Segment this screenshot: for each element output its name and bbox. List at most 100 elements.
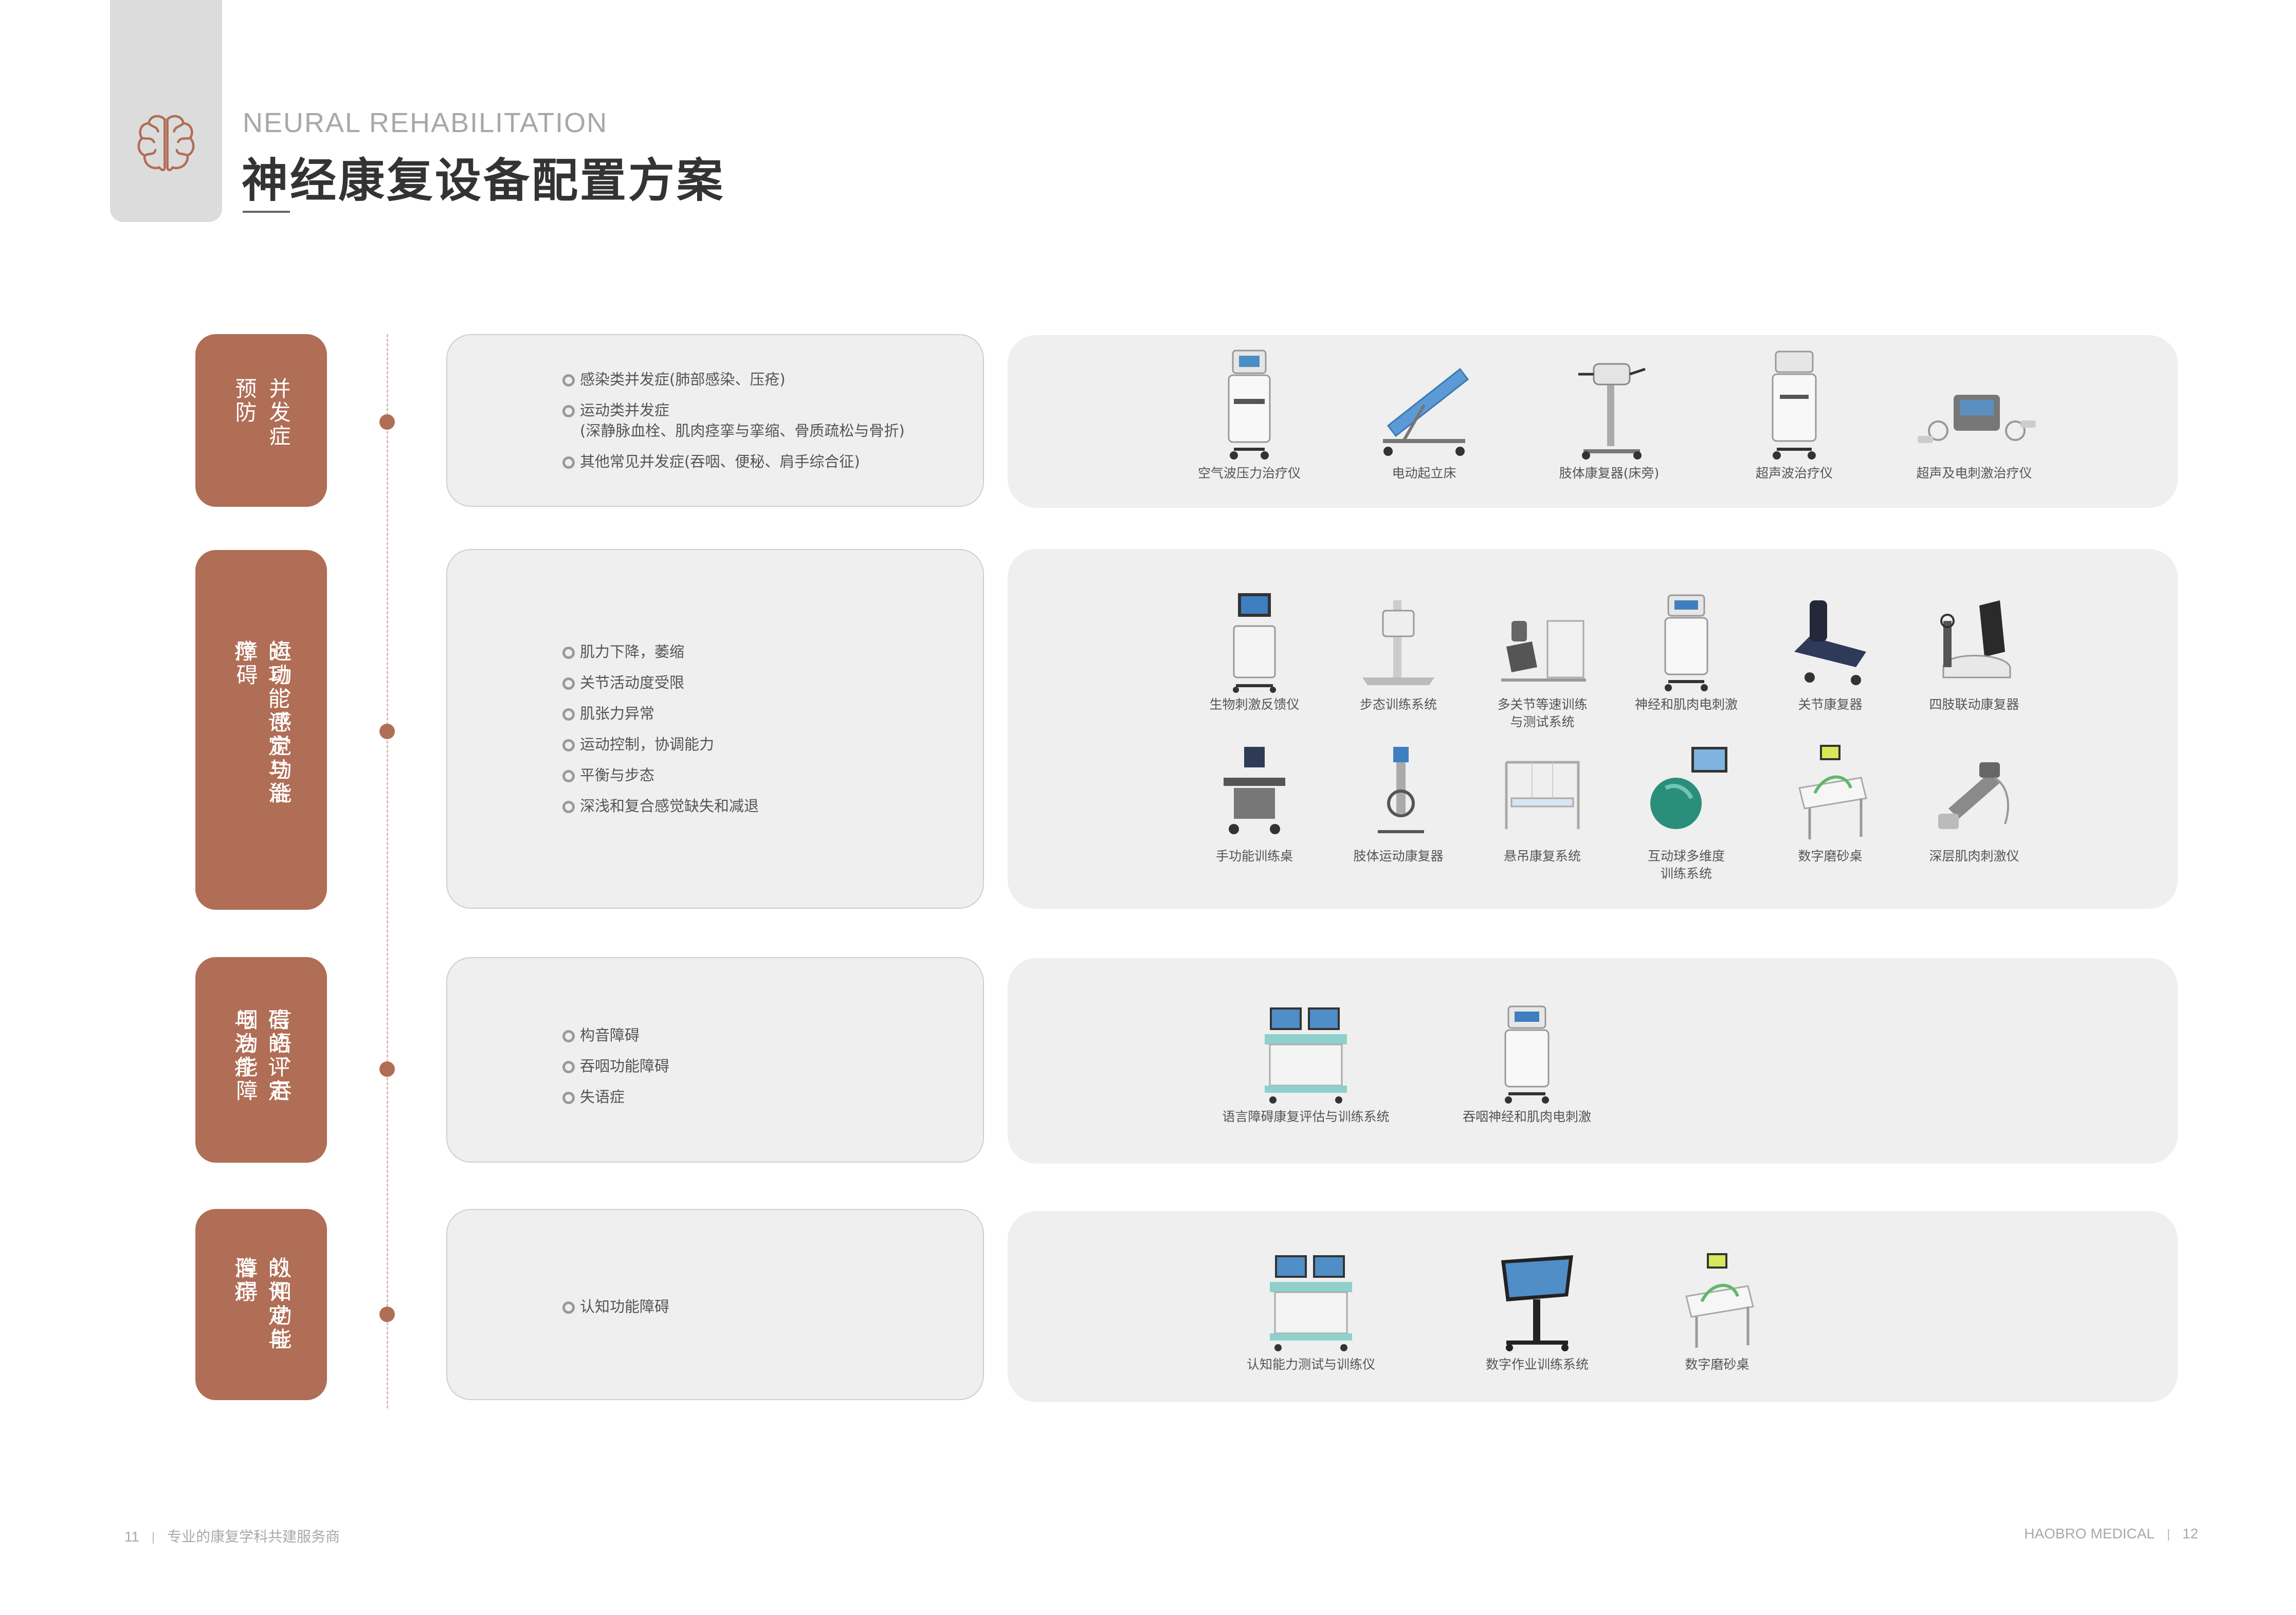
limb-linkage-icon bbox=[1940, 600, 2011, 678]
symptom-panel: 感染类并发症(肺部感染、压疮) 运动类并发症 (深静脉血栓、肌肉痉挛与挛缩、骨质… bbox=[446, 334, 984, 507]
equipment-panel: 语言障碍康复评估与训练系统 吞咽神经和肌肉电刺激 bbox=[1008, 958, 2178, 1164]
title-english: NEURAL REHABILITATION bbox=[243, 107, 608, 138]
product-label: 多关节等速训练 与测试系统 bbox=[1497, 697, 1588, 729]
title-underline bbox=[243, 211, 290, 213]
product-item: 神经和肌肉电刺激 bbox=[1609, 590, 1763, 713]
symptom-item: 吞咽功能障碍 bbox=[561, 1056, 669, 1076]
product-item: 多关节等速训练 与测试系统 bbox=[1465, 590, 1619, 731]
electro-therapy-icon bbox=[1918, 395, 2036, 443]
bedside-trainer-icon bbox=[1578, 363, 1646, 460]
product-item: 空气波压力治疗仪 bbox=[1172, 348, 1326, 482]
product-item: 超声波治疗仪 bbox=[1717, 348, 1871, 482]
digital-work-system-icon bbox=[1501, 1255, 1573, 1351]
cognitive-trainer-icon bbox=[1270, 1255, 1352, 1351]
biofeedback-device-icon bbox=[1233, 593, 1276, 693]
symptom-panel: 认知功能障碍 bbox=[446, 1209, 984, 1400]
product-label: 数字磨砂桌 bbox=[1685, 1357, 1750, 1372]
product-label: 认知能力测试与训练仪 bbox=[1246, 1357, 1375, 1372]
product-item: 吞咽神经和肌肉电刺激 bbox=[1439, 1002, 1614, 1126]
symptom-panel: 肌力下降，萎缩 关节活动度受限 肌张力异常 运动控制，协调能力 平衡与步态 深浅… bbox=[446, 549, 984, 909]
product-label: 手功能训练桌 bbox=[1215, 849, 1293, 864]
ultrasound-device-icon bbox=[1772, 351, 1817, 460]
footer-slogan: 专业的康复学科共建服务商 bbox=[167, 1529, 340, 1545]
symptom-subitem: (深静脉血栓、肌肉痉挛与挛缩、骨质疏松与骨折) bbox=[580, 422, 905, 439]
footer-right: HAOBRO MEDICAL 12 bbox=[2024, 1526, 2198, 1542]
product-label: 神经和肌肉电刺激 bbox=[1634, 697, 1738, 712]
footer-separator bbox=[153, 1532, 154, 1544]
nerve-muscle-stim-icon bbox=[1664, 594, 1708, 691]
page-number-left: 11 bbox=[124, 1529, 140, 1545]
timeline-dashed-line bbox=[387, 334, 388, 1408]
product-item: 深层肌肉刺激仪 bbox=[1897, 742, 2051, 865]
product-label: 步态训练系统 bbox=[1359, 697, 1437, 712]
hand-function-table-icon bbox=[1224, 747, 1285, 834]
gait-system-icon bbox=[1362, 600, 1434, 685]
product-label: 四肢联动康复器 bbox=[1929, 697, 2019, 712]
deep-muscle-stimulator-icon bbox=[1938, 762, 2009, 829]
limb-trainer-icon bbox=[1378, 747, 1424, 833]
suspension-system-icon bbox=[1505, 761, 1580, 829]
symptom-item: 构音障碍 bbox=[561, 1025, 669, 1045]
category-speech-swallowing: 言语、吞咽功能障 碍的评定与治疗 bbox=[195, 957, 327, 1163]
product-label: 悬吊康复系统 bbox=[1503, 849, 1581, 864]
category-label-part2: 的评定与治疗 bbox=[231, 1257, 290, 1351]
tilt-bed-icon bbox=[1383, 368, 1469, 456]
symptom-item: 运动类并发症 bbox=[561, 400, 905, 420]
timeline-dot bbox=[379, 414, 395, 430]
product-item: 步态训练系统 bbox=[1321, 590, 1475, 713]
product-label: 肢体运动康复器 bbox=[1353, 849, 1444, 864]
digital-sanding-table-icon bbox=[1685, 1253, 1754, 1348]
footer-separator bbox=[2167, 1529, 2169, 1540]
footer-brand: HAOBRO MEDICAL bbox=[2024, 1526, 2155, 1541]
product-label: 关节康复器 bbox=[1798, 697, 1863, 712]
category-complication-prevention: 并发症预防 bbox=[195, 334, 327, 507]
product-item: 关节康复器 bbox=[1753, 590, 1907, 713]
symptom-item: 运动控制，协调能力 bbox=[561, 734, 759, 755]
product-label: 数字作业训练系统 bbox=[1485, 1357, 1589, 1372]
timeline-dot bbox=[379, 1061, 395, 1077]
product-item: 互动球多维度 训练系统 bbox=[1609, 742, 1763, 883]
equipment-panel: 空气波压力治疗仪 电动起立床 肢体康复器(床旁) 超声波治疗仪 超声及电刺激治疗… bbox=[1008, 335, 2178, 508]
category-label-part2: 的功能评定与治疗 bbox=[231, 640, 290, 805]
category-label-part2: 碍的评定与治疗 bbox=[231, 1008, 290, 1103]
category-cognitive: 认知功能障碍 的评定与治疗 bbox=[195, 1209, 327, 1400]
equipment-panel: 认知能力测试与训练仪 数字作业训练系统 数字磨砂桌 bbox=[1008, 1211, 2178, 1402]
product-label: 深层肌肉刺激仪 bbox=[1929, 849, 2019, 864]
product-item: 超声及电刺激治疗仪 bbox=[1897, 348, 2051, 482]
product-label: 数字磨砂桌 bbox=[1798, 849, 1863, 864]
symptom-item: 认知功能障碍 bbox=[561, 1296, 669, 1317]
symptom-item: 肌张力异常 bbox=[561, 703, 759, 724]
product-item: 手功能训练桌 bbox=[1177, 742, 1332, 865]
symptom-item: 其他常见并发症(吞咽、便秘、肩手综合征) bbox=[561, 451, 905, 472]
product-label: 互动球多维度 训练系统 bbox=[1647, 849, 1725, 881]
interactive-ball-icon bbox=[1650, 747, 1727, 829]
equipment-panel: 生物刺激反馈仪 步态训练系统 多关节等速训练 与测试系统 神经和肌肉电刺激 关节… bbox=[1008, 549, 2178, 909]
product-item: 生物刺激反馈仪 bbox=[1177, 590, 1332, 713]
product-label: 超声波治疗仪 bbox=[1755, 466, 1833, 481]
category-motor-sensory: 运动、感觉功能障碍 的功能评定与治疗 bbox=[195, 550, 327, 910]
product-label: 生物刺激反馈仪 bbox=[1209, 697, 1300, 712]
timeline-dot bbox=[379, 724, 395, 739]
category-label: 并发症预防 bbox=[232, 377, 291, 448]
product-item: 肢体运动康复器 bbox=[1321, 742, 1475, 865]
product-item: 数字磨砂桌 bbox=[1753, 742, 1907, 865]
isokinetic-system-icon bbox=[1501, 620, 1586, 682]
symptom-panel: 构音障碍 吞咽功能障碍 失语症 bbox=[446, 957, 984, 1163]
swallow-stim-icon bbox=[1504, 1005, 1550, 1104]
symptom-item: 关节活动度受限 bbox=[561, 672, 759, 693]
product-item: 语言障碍康复评估与训练系统 bbox=[1208, 1002, 1404, 1126]
symptom-item: 感染类并发症(肺部感染、压疮) bbox=[561, 369, 905, 390]
product-item: 电动起立床 bbox=[1347, 348, 1501, 482]
timeline-dot bbox=[379, 1307, 395, 1322]
digital-sanding-table-icon bbox=[1798, 745, 1867, 839]
product-item: 悬吊康复系统 bbox=[1465, 742, 1619, 865]
product-label: 电动起立床 bbox=[1392, 466, 1456, 481]
product-item: 肢体康复器(床旁) bbox=[1532, 348, 1686, 482]
product-label: 吞咽神经和肌肉电刺激 bbox=[1462, 1109, 1591, 1124]
speech-assessment-icon bbox=[1265, 1007, 1347, 1104]
page-title: 神经康复设备配置方案 bbox=[242, 154, 725, 208]
product-label: 超声及电刺激治疗仪 bbox=[1916, 466, 2032, 481]
product-item: 数字磨砂桌 bbox=[1640, 1250, 1794, 1373]
symptom-item: 深浅和复合感觉缺失和减退 bbox=[561, 796, 759, 816]
brain-icon bbox=[137, 115, 195, 171]
